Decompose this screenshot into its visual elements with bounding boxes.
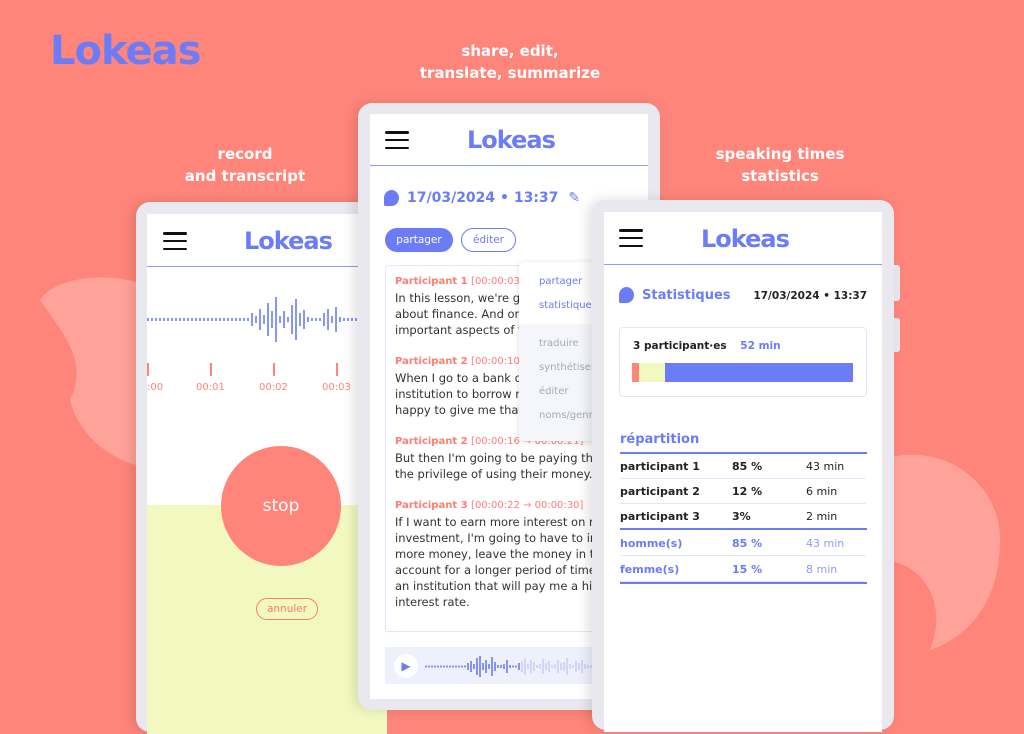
bar-segment — [665, 363, 853, 382]
transcript-line: interest rate. — [395, 595, 470, 609]
caption-line: record — [217, 145, 273, 163]
cancel-button[interactable]: annuler — [256, 598, 318, 620]
participants-count: 3 participant·es — [633, 340, 727, 352]
divider — [620, 582, 867, 584]
timeline-tick — [273, 363, 275, 376]
lokeas-mark-icon — [384, 190, 399, 206]
stats-title: Statistiques — [642, 287, 731, 303]
stop-button[interactable]: stop — [221, 446, 341, 566]
caption-line: translate, summarize — [419, 64, 601, 82]
bar-segment — [632, 363, 639, 382]
stop-label: stop — [262, 496, 300, 516]
row-name: participant 3 — [620, 510, 700, 523]
lokeas-mark-icon — [619, 287, 634, 303]
participant-row: participant 3 3% 2 min — [620, 505, 866, 529]
total-duration: 52 min — [740, 340, 781, 352]
divider — [620, 452, 867, 454]
row-name: femme(s) — [620, 563, 680, 576]
row-percent: 85 % — [732, 537, 763, 550]
caption-line: speaking times — [715, 145, 845, 163]
row-name: participant 2 — [620, 485, 700, 498]
row-percent: 15 % — [732, 563, 763, 576]
menu-icon[interactable] — [163, 232, 187, 250]
transcript-line: more money, leave the money in the — [395, 547, 609, 561]
play-button[interactable]: ▶ — [394, 654, 418, 678]
edit-label: éditer — [473, 234, 504, 246]
caption-line: statistics — [741, 167, 819, 185]
recording-date-row: 17/03/2024 • 13:37 ✎ — [384, 190, 580, 206]
timeline-label: 00:03 — [322, 382, 351, 393]
caption-right: speaking times statistics — [680, 143, 880, 187]
phone-statistics: Lokeas Statistiques 17/03/2024 • 13:37 3… — [592, 200, 894, 732]
row-percent: 12 % — [732, 485, 763, 498]
transcript-line: the privilege of using their money. And — [395, 467, 619, 481]
row-time: 8 min — [806, 563, 838, 576]
waveform — [147, 297, 385, 342]
row-time: 6 min — [806, 485, 838, 498]
speaker-name: Participant 2 — [395, 436, 468, 447]
row-time: 43 min — [806, 460, 845, 473]
recording-date: 17/03/2024 • 13:37 — [407, 190, 559, 206]
transcript-line: But then I'm going to be paying the bank… — [395, 451, 624, 465]
share-label: partager — [396, 234, 442, 246]
share-button[interactable]: partager — [385, 228, 453, 252]
participant-row: participant 2 12 % 6 min — [620, 480, 866, 504]
stats-date: 17/03/2024 • 13:37 — [753, 290, 867, 302]
row-percent: 85 % — [732, 460, 763, 473]
transcript-entry: Participant 2 [00:00:16 → 00:00:21] But t… — [395, 436, 624, 482]
stats-title-row: Statistiques — [619, 287, 731, 303]
bar-segment — [638, 363, 666, 382]
gender-row: homme(s) 85 % 43 min — [620, 532, 866, 556]
timeline-label: 00:01 — [196, 382, 225, 393]
section-title: répartition — [620, 432, 700, 447]
cancel-label: annuler — [266, 603, 308, 615]
menu-icon[interactable] — [385, 131, 409, 149]
divider — [620, 528, 867, 530]
app-logo: Lokeas — [244, 227, 333, 255]
app-logo: Lokeas — [467, 126, 556, 154]
timeline-label: 00:02 — [259, 382, 288, 393]
transcript-line: account for a longer period of time, or — [395, 563, 616, 577]
caption-center: share, edit, translate, summarize — [380, 40, 640, 84]
edit-button[interactable]: éditer — [461, 228, 516, 252]
transcript-line: an institution that will pay me a higher — [395, 579, 619, 593]
caption-line: and transcript — [184, 167, 306, 185]
menu-icon[interactable] — [619, 229, 643, 247]
participant-row: participant 1 85 % 43 min — [620, 455, 866, 479]
speaker-label: Participant 3 [00:00:22 → 00:00:30] — [395, 500, 615, 511]
transcript-entry: Participant 3 [00:00:22 → 00:00:30] If I … — [395, 500, 622, 610]
brand-logo: Lokeas — [50, 28, 201, 74]
app-logo: Lokeas — [701, 225, 790, 253]
timeline-tick — [147, 363, 149, 376]
transcript-line: investment, I'm going to have to invest — [395, 531, 622, 545]
row-name: participant 1 — [620, 460, 700, 473]
row-time: 43 min — [806, 537, 845, 550]
row-name: homme(s) — [620, 537, 683, 550]
timeline-tick — [336, 363, 338, 376]
transcript-line: If I want to earn more interest on my — [395, 515, 608, 529]
timeline-tick — [210, 363, 212, 376]
speaker-name: Participant 1 — [395, 276, 468, 287]
gender-row: femme(s) 15 % 8 min — [620, 558, 866, 582]
speaker-name: Participant 2 — [395, 356, 468, 367]
edit-pencil-icon[interactable]: ✎ — [568, 190, 580, 206]
timeline-label: :00 — [147, 382, 164, 393]
row-percent: 3% — [732, 510, 751, 523]
caption-line: share, edit, — [461, 42, 559, 60]
speaker-name: Participant 3 — [395, 500, 468, 511]
caption-left: record and transcript — [160, 143, 330, 187]
row-time: 2 min — [806, 510, 838, 523]
phone-record: Lokeas :00 00:01 00:02 00:03 stop annuler — [136, 202, 387, 734]
speaking-time-bar — [632, 363, 853, 382]
timestamp: [00:00:22 → 00:00:30] — [471, 500, 584, 511]
summary-card: 3 participant·es 52 min — [619, 327, 867, 397]
